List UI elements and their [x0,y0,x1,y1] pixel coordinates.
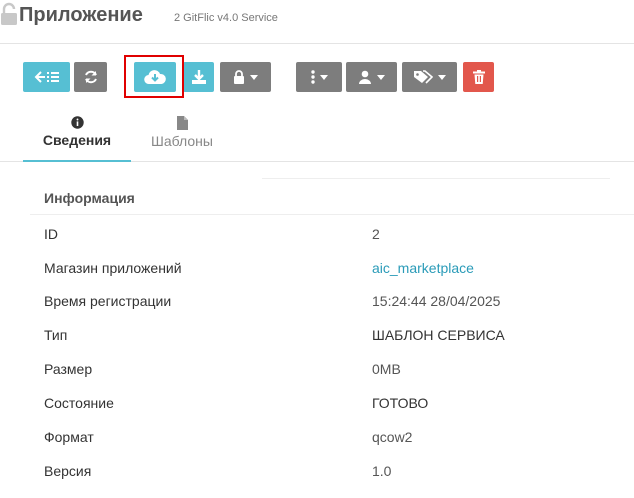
unlock-icon [1,2,17,25]
lock-dropdown-button[interactable] [220,62,271,92]
detail-row-version: Версия 1.0 [0,463,634,497]
back-list-button[interactable] [23,62,70,92]
chevron-down-icon [377,74,385,80]
lock-icon [234,70,244,84]
user-dropdown-button[interactable] [346,62,397,92]
detail-value: 2 [372,226,380,242]
detail-key: ID [44,226,58,242]
detail-value: qcow2 [372,429,413,445]
download-button[interactable] [183,62,214,92]
detail-row-size: Размер 0MB [0,361,634,395]
chevron-down-icon [438,74,446,80]
page-subtitle: 2 GitFlic v4.0 Service [174,12,278,24]
detail-key: Состояние [44,395,114,411]
page-header: Приложение 2 GitFlic v4.0 Service [0,0,634,44]
detail-key: Формат [44,429,94,445]
tab-templates-label: Шаблоны [151,133,213,149]
delete-button[interactable] [463,62,494,92]
tags-icon [414,70,433,84]
arrow-left-list-icon [34,71,59,83]
marketplace-link[interactable]: aic_marketplace [372,260,474,276]
detail-row-type: Тип ШАБЛОН СЕРВИСА [0,327,634,361]
detail-key: Тип [44,327,68,343]
detail-row-format: Формат qcow2 [0,429,634,463]
chevron-down-icon [250,74,258,80]
divider [30,214,634,215]
detail-key: Время регистрации [44,293,172,309]
detail-key: Размер [44,361,93,377]
detail-row-marketplace: Магазин приложений aic_marketplace [0,260,634,294]
detail-value: ШАБЛОН СЕРВИСА [372,327,505,343]
detail-row-id: ID 2 [0,226,634,260]
user-icon [359,70,371,84]
vertical-dots-icon [310,70,315,84]
trash-icon [472,70,485,84]
file-icon [176,116,188,130]
page-title: Приложение [19,4,143,26]
tags-dropdown-button[interactable] [402,62,457,92]
detail-value: 0MB [372,361,401,377]
tab-details[interactable]: Сведения [23,116,131,162]
refresh-icon [84,70,97,84]
section-title: Информация [44,190,135,206]
more-dropdown-button[interactable] [296,62,342,92]
download-icon [191,70,206,84]
info-circle-icon [70,116,84,129]
tab-bar: Сведения Шаблоны [0,116,634,162]
divider [262,178,610,179]
chevron-down-icon [319,74,328,80]
refresh-button[interactable] [74,62,107,92]
detail-row-state: Состояние ГОТОВО [0,395,634,429]
detail-key: Магазин приложений [44,260,182,276]
cloud-download-button[interactable] [134,62,176,92]
status-value: ГОТОВО [372,395,429,411]
detail-value: 15:24:44 28/04/2025 [372,293,501,309]
detail-value: 1.0 [372,463,392,479]
detail-row-registered: Время регистрации 15:24:44 28/04/2025 [0,293,634,327]
detail-key: Версия [44,463,92,479]
tab-details-label: Сведения [42,132,112,148]
tab-templates[interactable]: Шаблоны [140,116,224,162]
cloud-download-icon [144,70,166,85]
